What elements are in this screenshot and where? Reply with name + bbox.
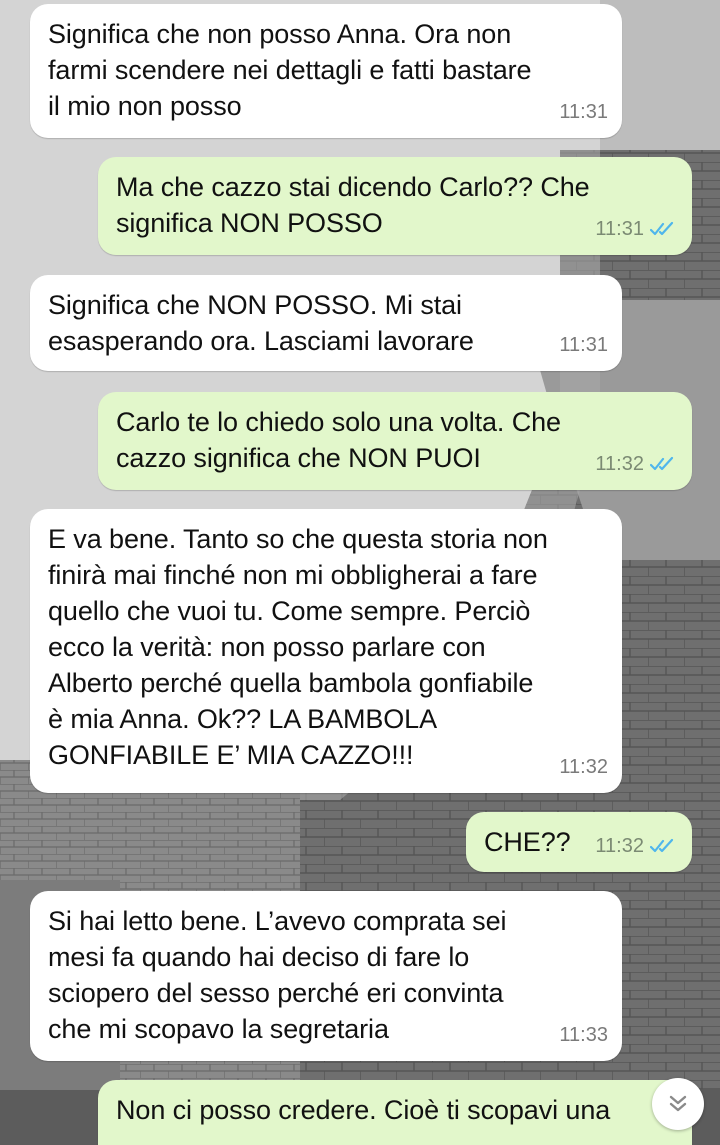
double-check-icon (650, 838, 674, 853)
message-meta: 11:33 (559, 1017, 608, 1053)
message-text: Carlo te lo chiedo solo una volta. Che c… (116, 407, 561, 473)
chevron-double-down-icon (669, 1095, 687, 1112)
double-check-icon (650, 456, 674, 471)
message-time: 11:33 (559, 1024, 608, 1046)
message-bubble-incoming[interactable]: Significa che NON POSSO. Mi stai esasper… (30, 275, 622, 371)
message-bubble-outgoing[interactable]: CHE?? 11:32 (466, 812, 692, 872)
message-time: 11:32 (559, 756, 608, 778)
message-meta: 11:32 (595, 828, 678, 864)
message-bubble-outgoing[interactable]: Carlo te lo chiedo solo una volta. Che c… (98, 392, 692, 490)
message-meta: 11:31 (559, 94, 608, 130)
message-bubble-incoming[interactable]: Significa che non posso Anna. Ora non fa… (30, 4, 622, 138)
message-bubble-outgoing[interactable]: Ma che cazzo stai dicendo Carlo?? Che si… (98, 157, 692, 255)
scroll-to-bottom-button[interactable] (652, 1078, 704, 1130)
message-meta: 11:32 (595, 446, 678, 482)
message-time: 11:31 (559, 334, 608, 356)
chat-area[interactable]: Significa che non posso Anna. Ora non fa… (0, 0, 720, 1145)
message-time: 11:32 (595, 835, 644, 857)
message-time: 11:32 (595, 453, 644, 475)
message-bubble-incoming[interactable]: E va bene. Tanto so che questa storia no… (30, 509, 622, 793)
message-meta: 11:31 (595, 211, 678, 247)
message-text: E va bene. Tanto so che questa storia no… (48, 524, 548, 770)
message-time: 11:31 (595, 218, 644, 240)
message-text: Si hai letto bene. L’avevo comprata sei … (48, 906, 507, 1044)
message-text: Non ci posso credere. Cioè ti scopavi un… (116, 1095, 611, 1125)
double-check-icon (650, 221, 674, 236)
message-bubble-incoming[interactable]: Si hai letto bene. L’avevo comprata sei … (30, 891, 622, 1061)
message-text: Ma che cazzo stai dicendo Carlo?? Che si… (116, 172, 590, 238)
message-bubble-outgoing[interactable]: Non ci posso credere. Cioè ti scopavi un… (98, 1080, 692, 1145)
message-meta: 11:31 (559, 327, 608, 363)
message-text: Significa che non posso Anna. Ora non fa… (48, 19, 532, 121)
message-meta: 11:32 (559, 749, 608, 785)
message-time: 11:31 (559, 101, 608, 123)
message-text: Significa che NON POSSO. Mi stai esasper… (48, 290, 474, 356)
